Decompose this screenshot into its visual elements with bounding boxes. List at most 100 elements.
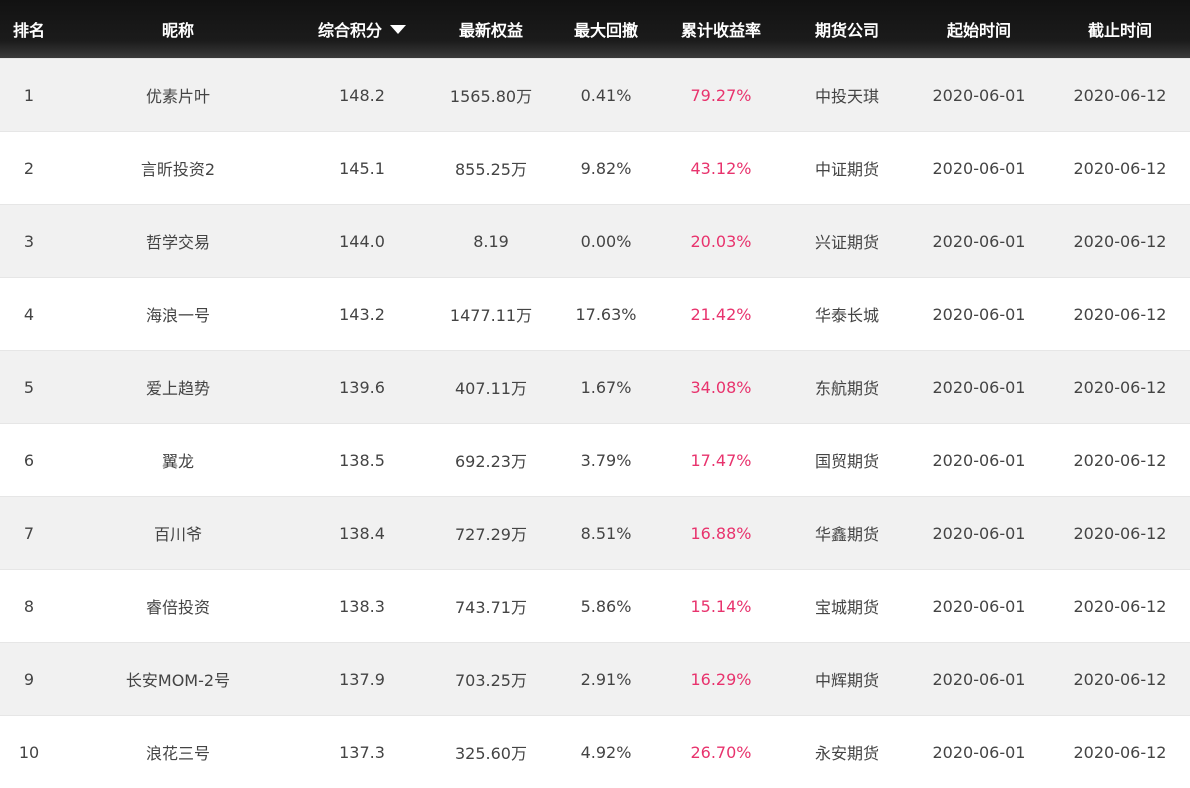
start-date-cell: 2020-06-01 bbox=[932, 742, 1026, 762]
table-row[interactable]: 8 睿倍投资 138.3 743.71万 5.86% 15.14% 宝城期货 2020-06-… bbox=[0, 569, 1190, 642]
score-cell: 143.2 bbox=[339, 304, 385, 324]
start-date-cell: 2020-06-01 bbox=[932, 304, 1026, 324]
return-cell: 34.08% bbox=[690, 377, 752, 397]
return-cell: 20.03% bbox=[690, 231, 752, 251]
rank-cell: 1 bbox=[23, 85, 35, 105]
score-cell: 138.5 bbox=[339, 450, 385, 470]
start-date-cell: 2020-06-01 bbox=[932, 596, 1026, 616]
sort-desc-icon[interactable] bbox=[390, 24, 406, 34]
equity-cell: 1477.11万 bbox=[449, 306, 533, 325]
header-score-label: 综合积分 bbox=[317, 21, 382, 40]
table-row[interactable]: 9 长安MOM-2号 137.9 703.25万 2.91% 16.29% 中辉期货 2020… bbox=[0, 642, 1190, 715]
rank-cell: 4 bbox=[23, 304, 35, 324]
header-end[interactable]: 截止时间 bbox=[1050, 17, 1190, 41]
broker-cell: 中辉期货 bbox=[814, 671, 879, 690]
drawdown-cell: 3.79% bbox=[580, 450, 632, 470]
nickname-cell[interactable]: 长安MOM-2号 bbox=[58, 667, 298, 691]
nickname-cell[interactable]: 翼龙 bbox=[58, 448, 298, 472]
table-body: 1 优素片叶 148.2 1565.80万 0.41% 79.27% 中投天琪 2020-06… bbox=[0, 58, 1190, 788]
nickname-cell[interactable]: 哲学交易 bbox=[58, 229, 298, 253]
broker-cell: 东航期货 bbox=[814, 379, 879, 398]
start-date-cell: 2020-06-01 bbox=[932, 231, 1026, 251]
drawdown-cell: 1.67% bbox=[580, 377, 632, 397]
rank-cell: 10 bbox=[18, 742, 40, 762]
return-cell: 21.42% bbox=[690, 304, 752, 324]
drawdown-cell: 0.41% bbox=[580, 85, 632, 105]
drawdown-cell: 4.92% bbox=[580, 742, 632, 762]
nickname-cell[interactable]: 爱上趋势 bbox=[58, 375, 298, 399]
end-date-cell: 2020-06-12 bbox=[1073, 304, 1167, 324]
return-cell: 15.14% bbox=[690, 596, 752, 616]
drawdown-cell: 5.86% bbox=[580, 596, 632, 616]
header-return[interactable]: 累计收益率 bbox=[656, 17, 786, 41]
header-broker[interactable]: 期货公司 bbox=[786, 17, 908, 41]
score-cell: 137.9 bbox=[339, 669, 385, 689]
equity-cell: 692.23万 bbox=[455, 452, 527, 471]
equity-cell: 1565.80万 bbox=[449, 87, 533, 106]
table-row[interactable]: 10 浪花三号 137.3 325.60万 4.92% 26.70% 永安期货 2020-06… bbox=[0, 715, 1190, 788]
header-drawdown[interactable]: 最大回撤 bbox=[556, 17, 656, 41]
rank-cell: 2 bbox=[23, 158, 35, 178]
table-row[interactable]: 4 海浪一号 143.2 1477.11万 17.63% 21.42% 华泰长城 2020-0… bbox=[0, 277, 1190, 350]
equity-cell: 407.11万 bbox=[455, 379, 527, 398]
score-cell: 137.3 bbox=[339, 742, 385, 762]
end-date-cell: 2020-06-12 bbox=[1073, 377, 1167, 397]
table-row[interactable]: 7 百川爷 138.4 727.29万 8.51% 16.88% 华鑫期货 2020-06-0… bbox=[0, 496, 1190, 569]
score-cell: 138.3 bbox=[339, 596, 385, 616]
score-cell: 144.0 bbox=[339, 231, 385, 251]
equity-cell: 743.71万 bbox=[455, 598, 527, 617]
score-cell: 148.2 bbox=[339, 85, 385, 105]
header-score[interactable]: 综合积分 bbox=[298, 17, 426, 41]
drawdown-cell: 2.91% bbox=[580, 669, 632, 689]
broker-cell: 中投天琪 bbox=[814, 87, 879, 106]
end-date-cell: 2020-06-12 bbox=[1073, 742, 1167, 762]
end-date-cell: 2020-06-12 bbox=[1073, 523, 1167, 543]
end-date-cell: 2020-06-12 bbox=[1073, 158, 1167, 178]
table-row[interactable]: 6 翼龙 138.5 692.23万 3.79% 17.47% 国贸期货 2020-06-01… bbox=[0, 423, 1190, 496]
nickname-cell[interactable]: 优素片叶 bbox=[58, 83, 298, 107]
start-date-cell: 2020-06-01 bbox=[932, 450, 1026, 470]
end-date-cell: 2020-06-12 bbox=[1073, 85, 1167, 105]
rank-cell: 9 bbox=[23, 669, 35, 689]
table-header: 排名 昵称 综合积分 最新权益 最大回撤 累计收益率 期货公司 起始时间 截止时… bbox=[0, 0, 1190, 58]
nickname-cell[interactable]: 浪花三号 bbox=[58, 740, 298, 764]
table-row[interactable]: 2 言昕投资2 145.1 855.25万 9.82% 43.12% 中证期货 2020-06… bbox=[0, 131, 1190, 204]
return-cell: 43.12% bbox=[690, 158, 752, 178]
equity-cell: 325.60万 bbox=[455, 744, 527, 763]
score-cell: 138.4 bbox=[339, 523, 385, 543]
broker-cell: 永安期货 bbox=[814, 744, 879, 763]
header-start[interactable]: 起始时间 bbox=[908, 17, 1050, 41]
start-date-cell: 2020-06-01 bbox=[932, 85, 1026, 105]
header-equity[interactable]: 最新权益 bbox=[426, 17, 556, 41]
drawdown-cell: 17.63% bbox=[575, 304, 637, 324]
ranking-table: 排名 昵称 综合积分 最新权益 最大回撤 累计收益率 期货公司 起始时间 截止时… bbox=[0, 0, 1190, 788]
nickname-cell[interactable]: 睿倍投资 bbox=[58, 594, 298, 618]
table-row[interactable]: 3 哲学交易 144.0 8.19 0.00% 20.03% 兴证期货 2020-06-01 2… bbox=[0, 204, 1190, 277]
start-date-cell: 2020-06-01 bbox=[932, 523, 1026, 543]
nickname-cell[interactable]: 百川爷 bbox=[58, 521, 298, 545]
equity-cell: 855.25万 bbox=[455, 160, 527, 179]
score-sort-toggle[interactable]: 综合积分 bbox=[318, 17, 406, 41]
broker-cell: 华泰长城 bbox=[814, 306, 879, 325]
rank-cell: 8 bbox=[23, 596, 35, 616]
return-cell: 17.47% bbox=[690, 450, 752, 470]
drawdown-cell: 8.51% bbox=[580, 523, 632, 543]
equity-cell: 8.19 bbox=[473, 231, 509, 251]
end-date-cell: 2020-06-12 bbox=[1073, 450, 1167, 470]
end-date-cell: 2020-06-12 bbox=[1073, 231, 1167, 251]
nickname-cell[interactable]: 海浪一号 bbox=[58, 302, 298, 326]
start-date-cell: 2020-06-01 bbox=[932, 669, 1026, 689]
return-cell: 16.88% bbox=[690, 523, 752, 543]
rank-cell: 5 bbox=[23, 377, 35, 397]
end-date-cell: 2020-06-12 bbox=[1073, 596, 1167, 616]
rank-cell: 3 bbox=[23, 231, 35, 251]
nickname-cell[interactable]: 言昕投资2 bbox=[58, 156, 298, 180]
table-row[interactable]: 1 优素片叶 148.2 1565.80万 0.41% 79.27% 中投天琪 2020-06… bbox=[0, 58, 1190, 131]
broker-cell: 宝城期货 bbox=[814, 598, 879, 617]
score-cell: 145.1 bbox=[339, 158, 385, 178]
end-date-cell: 2020-06-12 bbox=[1073, 669, 1167, 689]
table-row[interactable]: 5 爱上趋势 139.6 407.11万 1.67% 34.08% 东航期货 2020-06-… bbox=[0, 350, 1190, 423]
header-rank[interactable]: 排名 bbox=[0, 17, 58, 41]
header-nickname[interactable]: 昵称 bbox=[58, 17, 298, 41]
equity-cell: 727.29万 bbox=[455, 525, 527, 544]
